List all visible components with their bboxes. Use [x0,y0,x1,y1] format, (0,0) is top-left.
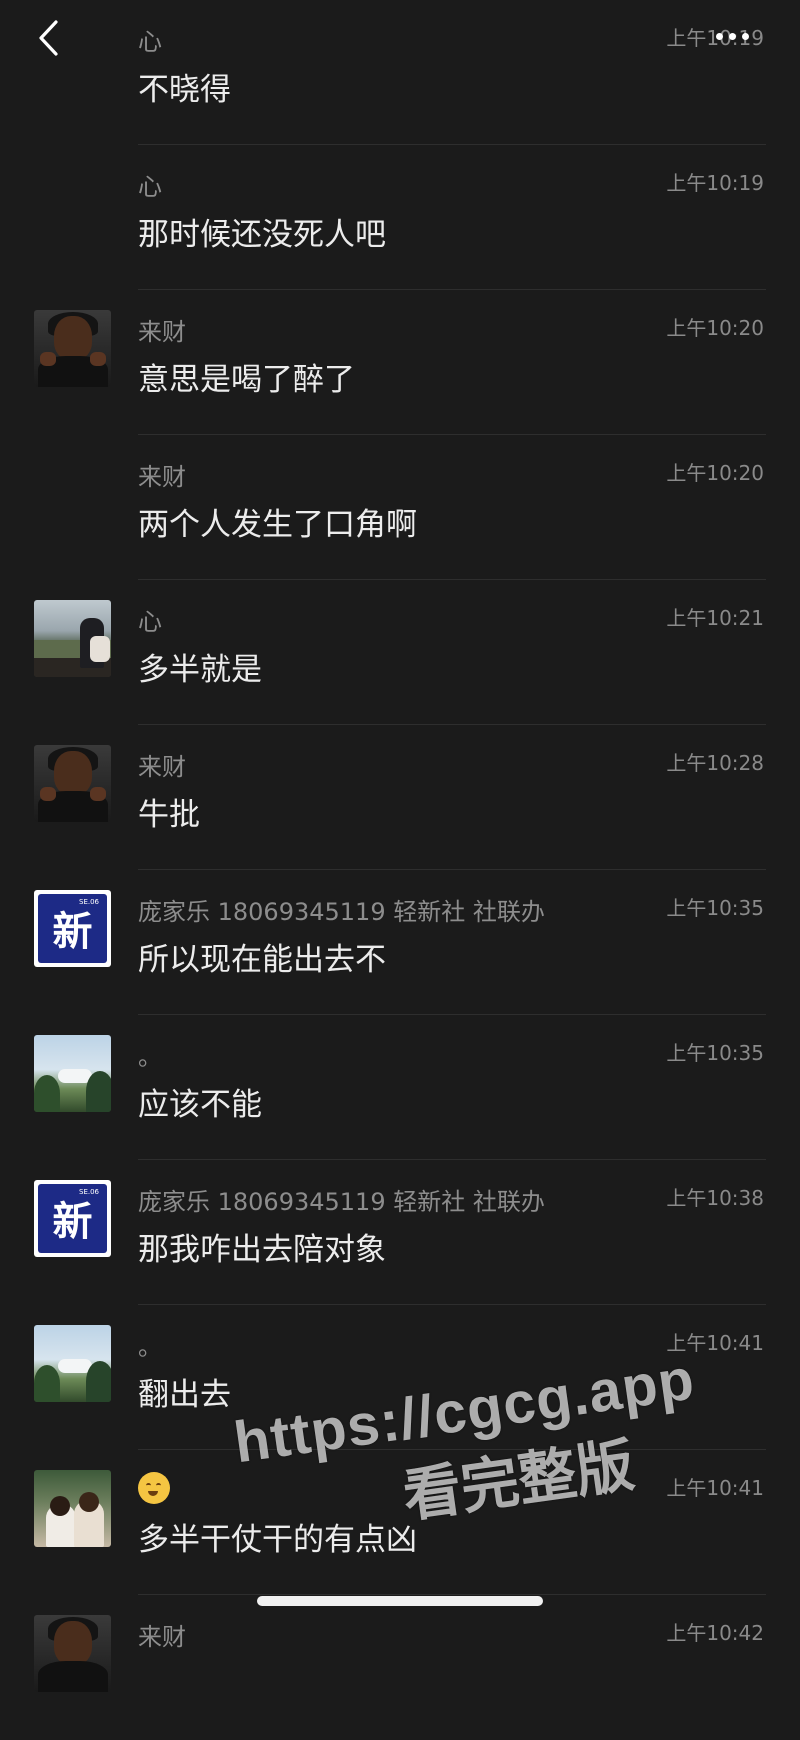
avatar[interactable]: SE.06 新 [34,1180,111,1257]
sender-name: 来财 [138,1623,186,1651]
list-item[interactable]: 来财 上午10:28 牛批 [0,725,800,870]
avatar[interactable] [34,310,111,387]
message-text: 所以现在能出去不 [138,942,386,978]
message-text: 两个人发生了口角啊 [138,507,417,543]
message-time: 上午10:19 [666,171,764,195]
message-text: 不晓得 [138,72,231,108]
sender-name: 心 [138,173,162,201]
chevron-left-icon [39,20,58,56]
sender-name: 来财 [138,753,186,781]
message-time: 上午10:42 [666,1621,764,1645]
sender-name: 庞家乐 18069345119 轻新社 社联办 [138,898,545,926]
list-item[interactable]: 心 上午10:21 多半就是 [0,580,800,725]
ellipsis-icon [716,32,723,40]
list-item[interactable]: 来财 上午10:20 意思是喝了醉了 [0,290,800,435]
message-text: 牛批 [138,797,200,833]
message-list[interactable]: 心 上午10:19 不晓得 心 上午10:19 那时候还没死人吧 来财 上午10… [0,0,800,1740]
avatar[interactable] [34,1035,111,1112]
ellipsis-icon [742,32,749,40]
message-time: 上午10:41 [666,1331,764,1355]
list-item[interactable]: SE.06 新 庞家乐 18069345119 轻新社 社联办 上午10:35 … [0,870,800,1015]
message-text: 多半就是 [138,652,262,688]
avatar[interactable] [34,745,111,822]
avatar[interactable] [34,600,111,677]
avatar[interactable]: SE.06 新 [34,890,111,967]
top-bar [0,0,800,70]
sender-name: 心 [138,608,162,636]
list-item[interactable]: 心 上午10:19 那时候还没死人吧 [0,145,800,290]
message-text: 应该不能 [138,1087,262,1123]
message-time: 上午10:35 [666,896,764,920]
avatar-char: 新 [52,1198,93,1245]
sender-name: 来财 [138,463,186,491]
message-time: 上午10:20 [666,461,764,485]
sender-name [138,1472,170,1504]
message-time: 上午10:41 [666,1476,764,1500]
more-button[interactable] [716,26,766,46]
avatar-small-text: SE.06 [79,1188,99,1196]
message-text: 意思是喝了醉了 [138,362,355,398]
message-time: 上午10:35 [666,1041,764,1065]
back-button[interactable] [34,18,64,58]
ellipsis-icon [729,32,736,40]
sender-name: 。 [138,1333,162,1361]
message-text: 多半干仗干的有点凶 [138,1522,417,1558]
avatar-char: 新 [52,908,93,955]
list-item[interactable]: 上午10:41 多半干仗干的有点凶 [0,1450,800,1595]
avatar[interactable] [34,1325,111,1402]
message-time: 上午10:20 [666,316,764,340]
list-item[interactable]: 。 上午10:41 翻出去 [0,1305,800,1450]
list-item[interactable]: SE.06 新 庞家乐 18069345119 轻新社 社联办 上午10:38 … [0,1160,800,1305]
sender-name: 。 [138,1043,162,1071]
avatar[interactable] [34,1470,111,1547]
list-item[interactable]: 来财 上午10:42 [0,1595,800,1740]
message-text: 翻出去 [138,1377,231,1413]
sender-name: 庞家乐 18069345119 轻新社 社联办 [138,1188,545,1216]
message-time: 上午10:38 [666,1186,764,1210]
sender-name: 来财 [138,318,186,346]
message-text: 那时候还没死人吧 [138,217,386,253]
woozy-face-icon [138,1472,170,1504]
message-time: 上午10:28 [666,751,764,775]
message-time: 上午10:21 [666,606,764,630]
home-indicator[interactable] [257,1596,543,1606]
list-item[interactable]: 来财 上午10:20 两个人发生了口角啊 [0,435,800,580]
list-item[interactable]: 。 上午10:35 应该不能 [0,1015,800,1160]
message-text: 那我咋出去陪对象 [138,1232,386,1268]
avatar-small-text: SE.06 [79,898,99,906]
avatar[interactable] [34,1615,111,1692]
